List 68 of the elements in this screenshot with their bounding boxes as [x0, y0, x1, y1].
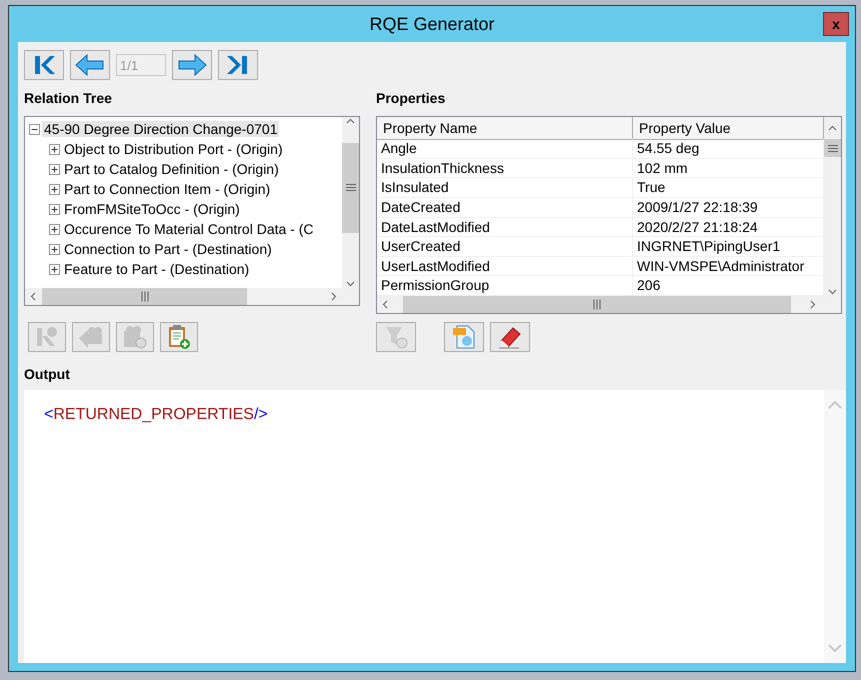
section-heading: Relation Tree	[24, 90, 113, 108]
xml-tool-button[interactable]	[444, 322, 484, 352]
skip-last-icon	[226, 55, 250, 75]
xml-bracket: <	[44, 406, 54, 423]
filter-add-icon	[383, 325, 409, 349]
tree-item[interactable]: Object to Distribution Port - (Origin)	[62, 141, 285, 157]
tree-item[interactable]: Connection to Part - (Destination)	[62, 241, 274, 257]
grip-icon	[140, 292, 149, 302]
scroll-up-icon[interactable]	[828, 124, 837, 132]
expand-icon[interactable]	[49, 204, 60, 214]
xml-file-icon	[451, 324, 477, 350]
vertical-scrollbar[interactable]	[824, 117, 841, 296]
horizontal-scrollbar[interactable]	[25, 288, 342, 305]
tree-item[interactable]: Feature to Part - (Destination)	[62, 261, 252, 277]
skip-first-icon	[32, 55, 56, 75]
column-header[interactable]: Property Value	[633, 117, 824, 140]
expand-icon[interactable]	[49, 244, 60, 254]
vertical-scrollbar[interactable]	[342, 117, 359, 288]
left-arrow-icon	[75, 54, 105, 76]
expand-icon[interactable]	[49, 264, 60, 274]
close-button[interactable]: x	[823, 12, 849, 36]
grip-icon	[592, 300, 602, 310]
collapse-icon[interactable]	[29, 124, 40, 134]
grip-icon	[346, 183, 356, 192]
next-button[interactable]	[172, 50, 212, 80]
tree-item[interactable]: FromFMSiteToOcc - (Origin)	[62, 201, 242, 217]
xml-tag-name: RETURNED_PROPERTIES	[53, 406, 254, 423]
scroll-up-icon[interactable]	[346, 117, 355, 126]
table-cell: IsInsulated	[377, 178, 633, 197]
table-cell: Angle	[377, 139, 633, 158]
table-cell: DateLastModified	[377, 218, 633, 236]
xml-bracket: />	[254, 406, 268, 423]
eraser-icon	[497, 325, 523, 349]
right-arrow-icon	[177, 54, 207, 76]
tree-item[interactable]: 45-90 Degree Direction Change-0701	[42, 121, 280, 137]
grip-icon	[828, 144, 838, 152]
back-arrow-icon	[78, 326, 104, 348]
relation-icon	[35, 326, 59, 348]
tree-item[interactable]: Occurence To Material Control Data - (C	[62, 221, 316, 237]
eraser-tool-button[interactable]	[490, 322, 530, 352]
scroll-left-icon[interactable]	[29, 292, 38, 301]
section-heading: Output	[24, 366, 71, 384]
tree-item[interactable]: Part to Catalog Definition - (Origin)	[62, 161, 281, 177]
expand-icon[interactable]	[49, 184, 60, 194]
table-cell: UserLastModified	[377, 256, 633, 276]
scroll-left-icon[interactable]	[381, 300, 390, 309]
table-cell: InsulationThickness	[377, 158, 633, 178]
expand-icon[interactable]	[49, 224, 60, 234]
expand-icon[interactable]	[49, 164, 60, 174]
scroll-down-icon[interactable]	[828, 287, 837, 296]
query-add-icon	[122, 325, 148, 349]
window-title: RQE Generator	[369, 14, 495, 34]
tree-item[interactable]: Part to Connection Item - (Origin)	[62, 181, 272, 197]
column-header[interactable]: Property Name	[377, 117, 633, 140]
table-cell: PermissionGroup	[377, 276, 633, 295]
scroll-right-icon[interactable]	[808, 300, 816, 309]
prev-button[interactable]	[70, 50, 110, 80]
scroll-down-icon[interactable]	[346, 279, 355, 288]
table-cell: DateCreated	[377, 198, 633, 216]
horizontal-scrollbar[interactable]	[377, 296, 824, 313]
clipboard-add-icon	[167, 324, 191, 350]
expand-icon[interactable]	[49, 144, 60, 154]
clipboard-tool-button[interactable]	[160, 322, 198, 352]
table-cell: UserCreated	[377, 237, 633, 256]
scroll-right-icon[interactable]	[329, 292, 338, 301]
last-button[interactable]	[218, 50, 258, 80]
section-heading: Properties	[376, 90, 446, 108]
first-button[interactable]	[24, 50, 64, 80]
